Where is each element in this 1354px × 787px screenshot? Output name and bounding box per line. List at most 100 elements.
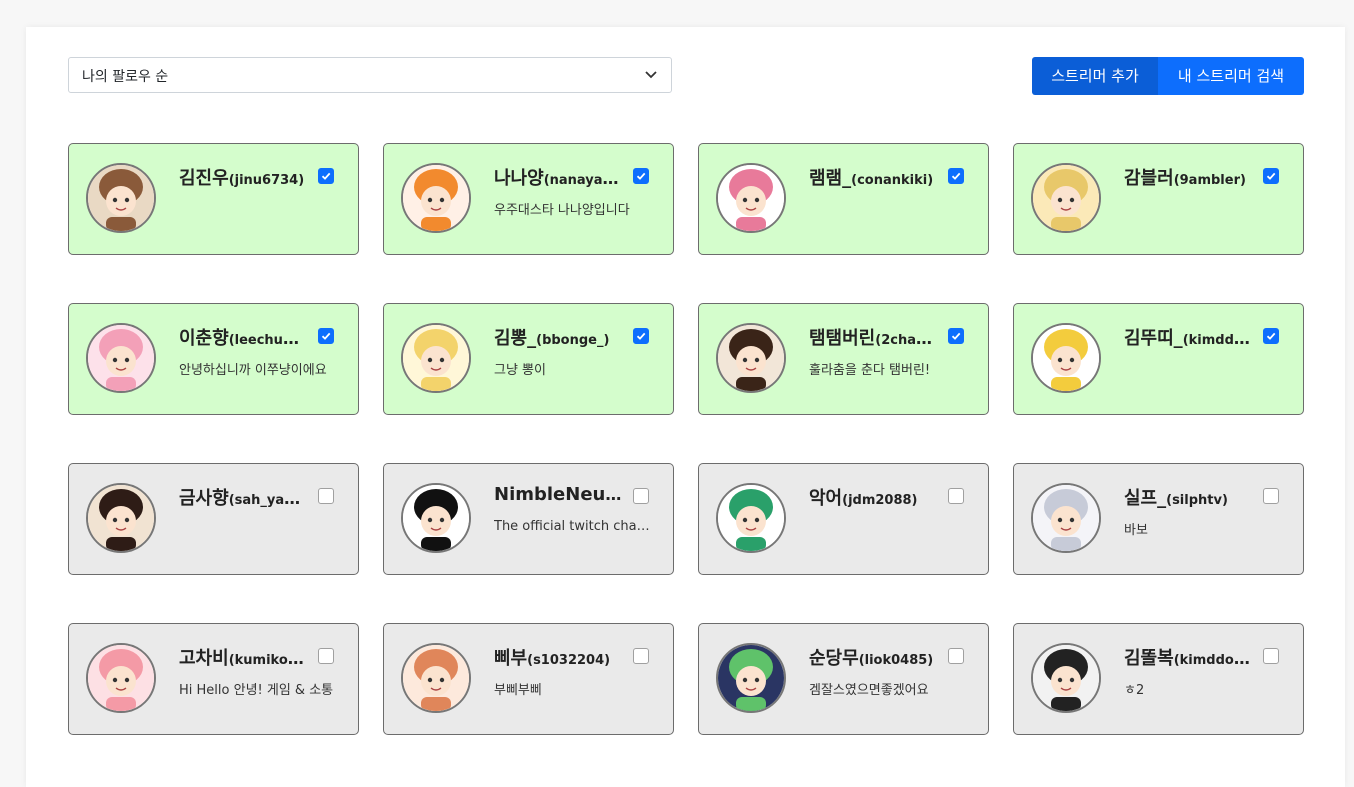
orange-hair-girl-icon [401,163,471,233]
streamer-description: 바보 [1124,523,1148,538]
streamer-card[interactable]: 삐부(s1032204) 부삐부삐 [383,623,674,735]
streamer-name: 고차비(kumikomii) [179,644,307,670]
select-checkbox[interactable] [1263,168,1279,184]
streamer-card[interactable]: 순당무(liok0485) 겜잘스였으면좋겠어요 [698,623,989,735]
streamer-description: 안녕하십니까 이쭈냥이에요 [179,363,327,378]
select-checkbox[interactable] [1263,488,1279,504]
chibi-boy-icon [86,163,156,233]
yellow-hamster-icon [401,323,471,393]
streamer-description: 그냥 뽕이 [494,363,546,378]
select-checkbox[interactable] [318,328,334,344]
select-checkbox[interactable] [633,488,649,504]
streamer-description: 부삐부삐 [494,683,542,698]
select-checkbox[interactable] [633,648,649,664]
streamer-name: 순당무(liok0485) [809,644,937,670]
streamer-name: 김뚜띠_(kimdduddi) [1124,324,1252,350]
pixel-face-icon [716,483,786,553]
streamer-card[interactable]: 램램_(conankiki) [698,143,989,255]
check-icon [951,172,961,180]
streamer-card[interactable]: 김뽕_(bbonge_) 그냥 뽕이 [383,303,674,415]
search-my-streamer-button[interactable]: 내 스트리머 검색 [1158,57,1304,95]
streamer-name: 악어(jdm2088) [809,484,937,510]
select-checkbox[interactable] [948,168,964,184]
select-checkbox[interactable] [1263,328,1279,344]
streamer-login-id: (jdm2088) [842,493,918,508]
streamer-login-id: (s1032204) [527,653,611,668]
streamer-login-id: (silphtv) [1166,493,1228,508]
streamer-description: ㅎ2 [1124,683,1145,698]
streamer-description: The official twitch channel of NimbleNeu… [494,519,654,534]
check-icon [636,332,646,340]
check-icon [1266,172,1276,180]
white-hair-boy-icon [1031,483,1101,553]
streamer-card[interactable]: 고차비(kumikomii) Hi Hello 안녕! 게임 & 소통 [68,623,359,735]
streamer-card[interactable]: 김뚜띠_(kimdduddi) [1013,303,1304,415]
streamer-login-id: (2chamcham2) [875,333,937,348]
select-checkbox[interactable] [318,648,334,664]
streamer-display-name: 금사향 [179,488,229,509]
streamer-display-name: 김뽕_ [494,328,537,349]
nimble-neuron-logo [401,483,471,553]
select-checkbox[interactable] [1263,648,1279,664]
streamer-login-id: (kimdduddi) [1182,333,1252,348]
streamer-name: 삐부(s1032204) [494,644,622,670]
select-checkbox[interactable] [948,648,964,664]
streamer-display-name: 김뚜띠_ [1124,328,1183,349]
streamer-card[interactable]: 금사향(sah_yang) [68,463,359,575]
streamer-display-name: 김똘복 [1124,648,1174,669]
select-checkbox[interactable] [948,488,964,504]
sketch-face-icon [1031,643,1101,713]
streamer-description: Hi Hello 안녕! 게임 & 소통 [179,683,334,698]
green-hair-girl-icon [716,643,786,713]
check-icon [636,172,646,180]
clown-chibi-icon [716,163,786,233]
streamer-login-id: (nanayago) [543,173,622,188]
add-streamer-button[interactable]: 스트리머 추가 [1032,57,1158,95]
streamer-login-id: (leechunhyang) [228,333,307,348]
streamer-display-name: 나나양 [494,168,544,189]
streamer-card[interactable]: 실프_(silphtv) 바보 [1013,463,1304,575]
streamer-name: 김진우(jinu6734) [179,164,307,190]
sort-select-value: 나의 팔로우 순 [82,69,169,85]
streamer-display-name: 삐부 [494,648,528,669]
select-checkbox[interactable] [948,328,964,344]
streamer-card[interactable]: NimbleNeuron The official twitch channel … [383,463,674,575]
sort-select[interactable]: 나의 팔로우 순 [68,57,672,93]
streamer-name: 램램_(conankiki) [809,164,937,190]
streamer-login-id: (9ambler) [1173,173,1246,188]
streamer-card[interactable]: 악어(jdm2088) [698,463,989,575]
select-checkbox[interactable] [318,488,334,504]
cat-ear-girl-icon [86,483,156,553]
streamer-card[interactable]: 김진우(jinu6734) [68,143,359,255]
dark-hair-chibi-icon [716,323,786,393]
streamer-login-id: (liok0485) [858,653,934,668]
streamer-display-name: 램램_ [809,168,852,189]
streamer-login-id: (kimddolbok) [1173,653,1252,668]
streamer-login-id: (jinu6734) [228,173,305,188]
flying-boy-icon [1031,323,1101,393]
streamer-display-name: 감블러 [1124,168,1174,189]
streamer-card[interactable]: 김똘복(kimddolbok) ㅎ2 [1013,623,1304,735]
select-checkbox[interactable] [318,168,334,184]
check-icon [951,332,961,340]
select-checkbox[interactable] [633,168,649,184]
streamer-name: 나나양(nanayago) [494,164,622,190]
streamer-display-name: 이춘향 [179,328,229,349]
streamer-display-name: 실프_ [1124,488,1167,509]
streamer-display-name: NimbleNeuron [494,484,622,505]
streamer-name: 김뽕_(bbonge_) [494,324,622,350]
streamer-display-name: 탬탬버린 [809,328,876,349]
streamer-name: 실프_(silphtv) [1124,484,1252,510]
select-checkbox[interactable] [633,328,649,344]
glasses-boy-icon [1031,163,1101,233]
streamer-card[interactable]: 탬탬버린(2chamcham2) 훌라춤을 춘다 탬버린! [698,303,989,415]
streamer-name: NimbleNeuron [494,484,622,505]
pink-twintail-girl-icon [86,643,156,713]
streamer-display-name: 김진우 [179,168,229,189]
chevron-down-icon [645,71,657,79]
streamer-card[interactable]: 감블러(9ambler) [1013,143,1304,255]
streamer-display-name: 악어 [809,488,843,509]
ginger-hair-girl-icon [401,643,471,713]
streamer-card[interactable]: 이춘향(leechunhyang) 안녕하십니까 이쭈냥이에요 [68,303,359,415]
streamer-card[interactable]: 나나양(nanayago) 우주대스타 나나양입니다 [383,143,674,255]
